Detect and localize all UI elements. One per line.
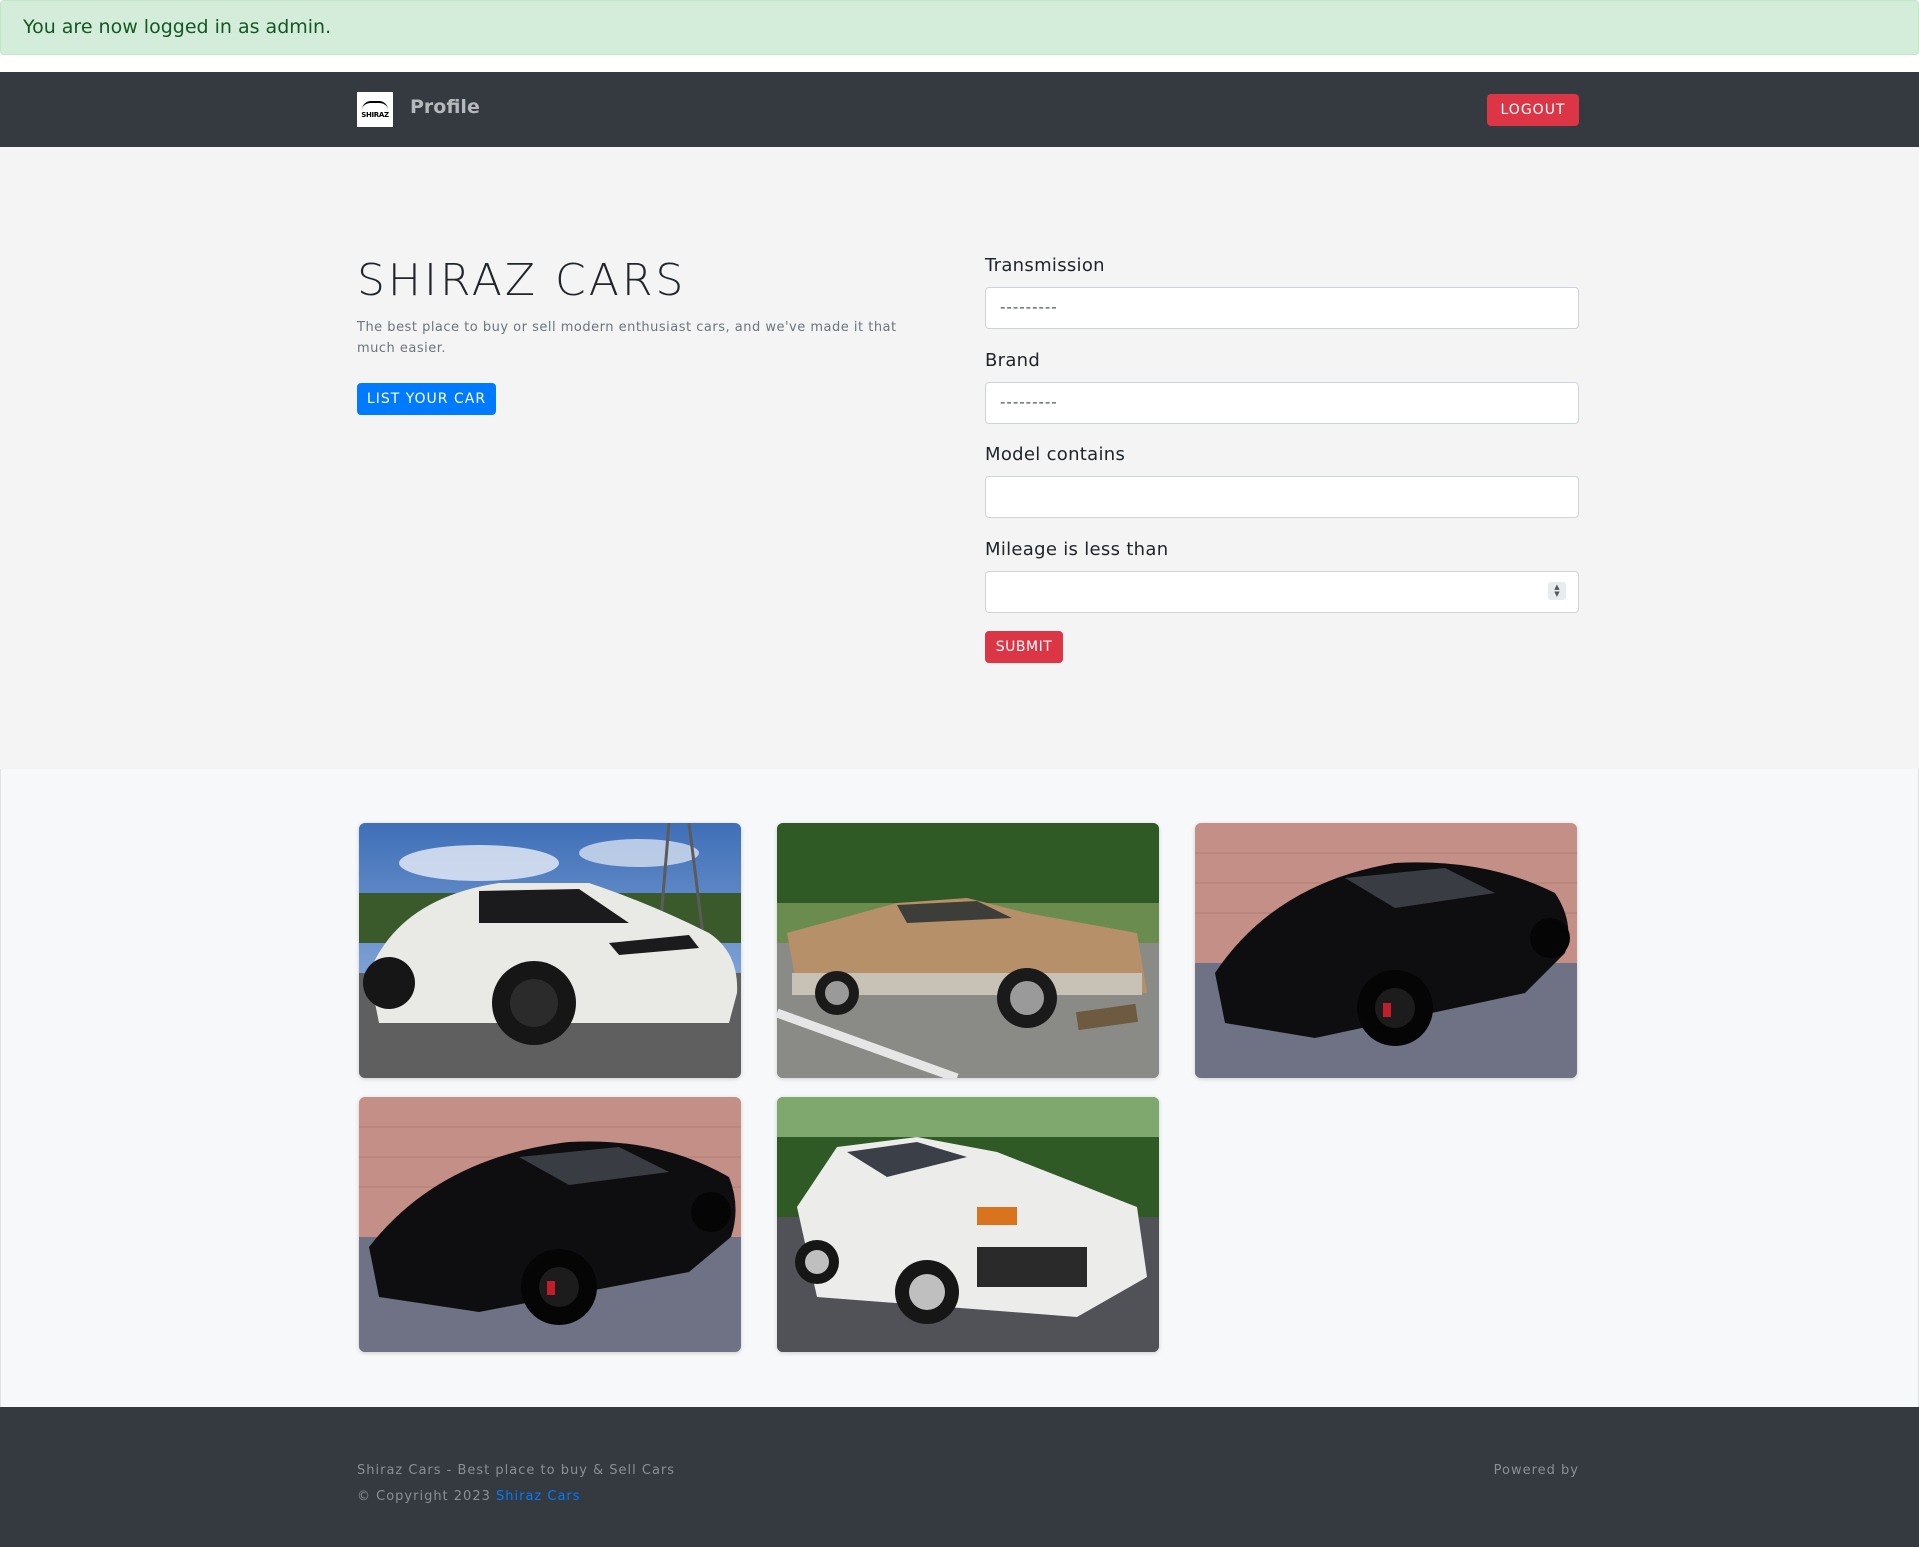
brand-label: Brand <box>985 350 1041 371</box>
mileage-number-input[interactable]: ▲ ▼ <box>985 571 1579 613</box>
footer-copyright: © Copyright 2023 Shiraz Cars <box>357 1489 581 1504</box>
login-alert-message: You are now logged in as admin. <box>23 16 332 38</box>
footer-copyright-text: © Copyright 2023 <box>357 1489 491 1504</box>
car-listings <box>0 769 1919 1407</box>
black-jaguar-f-type-photo <box>1195 823 1577 1078</box>
listing-card-3[interactable] <box>1195 823 1577 1078</box>
black-jaguar-f-type-photo <box>359 1097 741 1352</box>
submit-button[interactable]: SUBMIT <box>985 631 1063 663</box>
login-alert: You are now logged in as admin. <box>0 0 1919 55</box>
page-title: SHIRAZ CARS <box>357 255 687 306</box>
brand-select[interactable]: --------- <box>985 382 1579 424</box>
listing-card-1[interactable] <box>359 823 741 1078</box>
list-your-car-button[interactable]: LIST YOUR CAR <box>357 383 496 415</box>
hero-section: SHIRAZ CARS The best place to buy or sel… <box>0 147 1919 770</box>
brand-select-value: --------- <box>1000 393 1058 411</box>
transmission-select-value: --------- <box>1000 298 1058 316</box>
white-mitsubishi-evo-photo <box>777 1097 1159 1352</box>
footer-powered-by: Powered by <box>1493 1463 1579 1478</box>
tan-el-camino-photo <box>777 823 1159 1078</box>
footer-shiraz-cars-link[interactable]: Shiraz Cars <box>496 1489 581 1504</box>
transmission-label: Transmission <box>985 255 1105 276</box>
nav-profile-link[interactable]: Profile <box>410 96 480 118</box>
model-input[interactable] <box>985 476 1579 518</box>
logo-car-icon <box>362 100 388 110</box>
model-label: Model contains <box>985 444 1126 465</box>
top-navbar: SHIRAZ Profile LOGOUT <box>0 72 1919 147</box>
listing-card-4[interactable] <box>359 1097 741 1352</box>
number-spinner-icon[interactable]: ▲ ▼ <box>1548 582 1566 600</box>
footer-tagline: Shiraz Cars - Best place to buy & Sell C… <box>357 1463 676 1478</box>
logo-text: SHIRAZ <box>361 110 389 119</box>
white-tesla-model-y-photo <box>359 823 741 1078</box>
transmission-select[interactable]: --------- <box>985 287 1579 329</box>
listing-card-5[interactable] <box>777 1097 1159 1352</box>
brand-logo[interactable]: SHIRAZ <box>357 92 393 127</box>
listing-card-2[interactable] <box>777 823 1159 1078</box>
logout-button[interactable]: LOGOUT <box>1487 94 1579 126</box>
hero-description: The best place to buy or sell modern ent… <box>357 320 897 356</box>
mileage-label: Mileage is less than <box>985 539 1169 560</box>
page-footer: Shiraz Cars - Best place to buy & Sell C… <box>0 1407 1919 1547</box>
